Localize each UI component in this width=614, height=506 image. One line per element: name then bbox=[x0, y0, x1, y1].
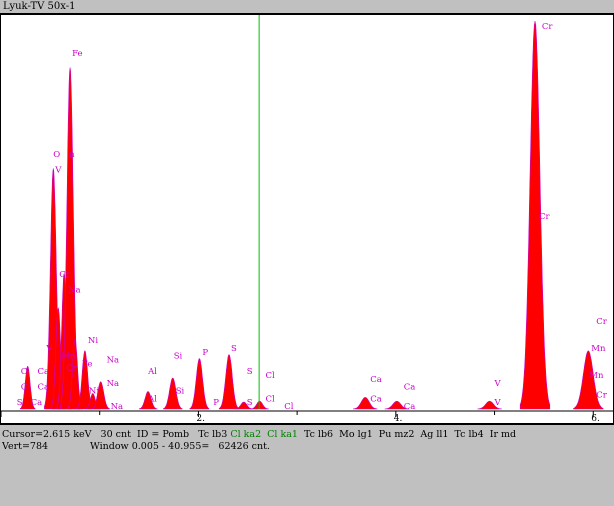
element-label: Si bbox=[174, 352, 183, 362]
element-label: Fe bbox=[72, 49, 82, 59]
element-label: C bbox=[21, 367, 28, 377]
element-label: Fe bbox=[82, 359, 92, 369]
element-label: Ca bbox=[370, 375, 382, 385]
x-tick-label: 6. bbox=[591, 414, 600, 423]
x-axis-ticks: 2. 4. 6. bbox=[1, 411, 600, 423]
cursor-highlight-lines: Cl ka2 Cl ka1 bbox=[230, 429, 298, 440]
element-label: Cr bbox=[66, 363, 78, 373]
element-label: Mn bbox=[61, 352, 76, 362]
element-label: O bbox=[53, 150, 60, 160]
element-label: V bbox=[494, 398, 502, 408]
element-label: Na bbox=[107, 356, 120, 366]
element-label: Al bbox=[147, 367, 157, 377]
spectrum-window: Lyuk-TV 50x-1 Fe O Vn Cr Na Ni Na Na Fe Ni Na V Mn Cr… bbox=[0, 0, 614, 506]
element-label: S bbox=[17, 398, 23, 408]
window-text: Window 0.005 - 40.955= 62426 cnt. bbox=[90, 441, 270, 452]
element-label: S bbox=[247, 398, 253, 408]
title-bar[interactable]: Lyuk-TV 50x-1 bbox=[0, 0, 614, 14]
element-label: Mn bbox=[589, 371, 604, 381]
element-labels: FeOVnCrNaNiNaNaFeNiNaVMnCrC CaC CaS CaAlAlS… bbox=[17, 22, 608, 412]
element-label: Cr bbox=[542, 22, 554, 32]
element-label: Ca bbox=[31, 398, 43, 408]
element-label: Cl bbox=[266, 394, 276, 404]
element-label: Ca bbox=[38, 367, 50, 377]
element-label: P bbox=[202, 348, 208, 358]
element-label: Ca bbox=[370, 394, 382, 404]
spectrum-peak bbox=[189, 358, 210, 410]
element-label: Cl bbox=[266, 371, 276, 381]
vert-text: Vert=784 bbox=[2, 441, 49, 452]
element-label: n bbox=[69, 150, 75, 160]
element-label: Si bbox=[176, 387, 185, 397]
x-tick-label: 4. bbox=[394, 414, 403, 423]
window-readout: Window 0.005 - 40.955= 62426 cnt. bbox=[90, 441, 270, 452]
element-label: Cr bbox=[539, 212, 551, 222]
peaks-layer bbox=[19, 20, 604, 410]
element-label: Mn bbox=[591, 344, 606, 354]
element-label: Ni bbox=[89, 387, 99, 397]
element-label: S bbox=[231, 344, 237, 354]
element-label: Na bbox=[68, 286, 81, 296]
cursor-text: Cursor=2.615 keV 30 cnt ID = Pomb Tc lb3 bbox=[2, 429, 228, 440]
element-label: P bbox=[213, 398, 219, 408]
element-label: Na bbox=[107, 379, 120, 389]
cursor-readout: Cursor=2.615 keV 30 cnt ID = Pomb Tc lb3… bbox=[2, 429, 516, 440]
element-label: C bbox=[21, 383, 28, 393]
element-label: Cr bbox=[59, 270, 71, 280]
element-label: Ca bbox=[404, 383, 416, 393]
element-label: Cr bbox=[596, 391, 608, 401]
window-title: Lyuk-TV 50x-1 bbox=[3, 1, 76, 12]
spectrum-plot-area[interactable]: Fe O Vn Cr Na Ni Na Na Fe Ni Na V Mn Cr C Ca C Ca S Ca Al Al S… bbox=[0, 14, 614, 424]
element-label: V bbox=[54, 165, 62, 175]
spectrum-peak bbox=[218, 354, 240, 410]
element-label: Ca bbox=[38, 383, 50, 393]
vert-readout: Vert=784 bbox=[2, 441, 48, 452]
element-label: V bbox=[45, 344, 53, 354]
spectrum-chart[interactable]: FeOVnCrNaNiNaNaFeNiNaVMnCrC CaC CaS CaAlAlS… bbox=[1, 15, 613, 423]
element-label: Al bbox=[147, 394, 157, 404]
x-tick-label: 2. bbox=[196, 414, 205, 423]
cursor-other-lines: Tc lb6 Mo lg1 Pu mz2 Ag ll1 Tc lb4 Ir md bbox=[297, 429, 517, 440]
element-label: S bbox=[247, 367, 253, 377]
element-label: Ni bbox=[88, 336, 98, 346]
status-panel: Cursor=2.615 keV 30 cnt ID = Pomb Tc lb3… bbox=[0, 424, 614, 506]
element-label: V bbox=[494, 379, 502, 389]
element-label: Cr bbox=[596, 317, 608, 327]
